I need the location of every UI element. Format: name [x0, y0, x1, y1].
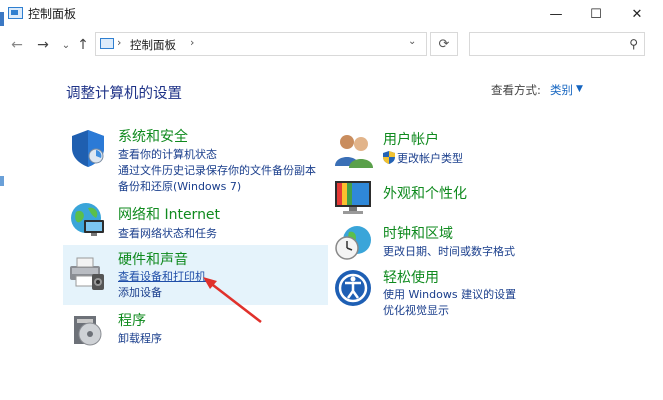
maximize-button[interactable]: ☐ — [576, 0, 616, 28]
users-icon[interactable] — [333, 130, 373, 170]
category-title-hardware-sound[interactable]: 硬件和声音 — [118, 249, 188, 269]
shield-icon[interactable] — [68, 128, 108, 168]
link-change-account-type[interactable]: 更改帐户类型 — [397, 150, 463, 166]
window-title: 控制面板 — [28, 7, 77, 21]
back-icon[interactable]: ← — [8, 35, 26, 55]
link-file-history[interactable]: 通过文件历史记录保存你的文件备份副本 — [118, 162, 316, 178]
link-recommended-settings[interactable]: 使用 Windows 建议的设置 — [383, 286, 516, 302]
refresh-button[interactable]: ⟳ — [430, 32, 458, 56]
link-optimize-visual-display[interactable]: 优化视觉显示 — [383, 302, 449, 318]
view-by-dropdown[interactable]: 类别 — [550, 82, 573, 98]
recent-locations-icon[interactable]: ⌄ — [57, 35, 75, 55]
close-button[interactable]: ✕ — [617, 0, 657, 28]
link-add-device[interactable]: 添加设备 — [118, 284, 162, 300]
category-title-clock-region[interactable]: 时钟和区域 — [383, 223, 453, 243]
address-bar[interactable]: › 控制面板 › ⌄ — [95, 32, 427, 56]
page-title: 调整计算机的设置 — [66, 86, 182, 102]
edge-marker — [0, 12, 4, 26]
up-icon[interactable]: ↑ — [74, 35, 92, 55]
view-by-label: 查看方式: — [491, 83, 541, 97]
category-title-ease-of-access[interactable]: 轻松使用 — [383, 267, 439, 287]
minimize-button[interactable]: — — [536, 0, 576, 28]
control-panel-icon — [8, 7, 23, 19]
network-globe-icon[interactable] — [68, 200, 108, 240]
link-view-computer-status[interactable]: 查看你的计算机状态 — [118, 146, 217, 162]
link-network-status[interactable]: 查看网络状态和任务 — [118, 225, 217, 241]
breadcrumb[interactable]: 控制面板 — [130, 37, 176, 53]
category-title-system-security[interactable]: 系统和安全 — [118, 126, 188, 146]
appearance-monitor-icon[interactable] — [333, 177, 373, 217]
breadcrumb-separator[interactable]: › — [190, 36, 194, 49]
chevron-down-icon[interactable]: ⌄ — [408, 36, 416, 47]
link-devices-printers[interactable]: 查看设备和打印机 — [118, 268, 206, 284]
category-title-appearance[interactable]: 外观和个性化 — [383, 183, 467, 203]
link-change-date-time-format[interactable]: 更改日期、时间或数字格式 — [383, 243, 515, 259]
clock-globe-icon[interactable] — [333, 222, 373, 262]
link-uninstall-program[interactable]: 卸载程序 — [118, 330, 162, 346]
edge-marker — [0, 176, 4, 186]
annotation-arrow — [203, 277, 262, 323]
search-input[interactable]: ⚲ — [469, 32, 645, 56]
forward-icon[interactable]: → — [34, 35, 52, 55]
printer-icon[interactable] — [66, 252, 106, 292]
search-icon[interactable]: ⚲ — [629, 37, 638, 51]
category-title-programs[interactable]: 程序 — [118, 310, 146, 330]
title-bar: 控制面板 — ☐ ✕ — [0, 0, 663, 28]
category-title-user-accounts[interactable]: 用户帐户 — [383, 129, 439, 149]
caret-down-icon[interactable]: ▼ — [576, 84, 583, 94]
ease-of-access-icon[interactable] — [333, 268, 373, 308]
link-backup-restore[interactable]: 备份和还原(Windows 7) — [118, 178, 241, 194]
programs-icon[interactable] — [68, 308, 108, 348]
uac-shield-icon — [383, 149, 395, 164]
breadcrumb-separator[interactable]: › — [117, 36, 121, 49]
category-title-network[interactable]: 网络和 Internet — [118, 204, 220, 224]
control-panel-icon — [100, 38, 114, 49]
